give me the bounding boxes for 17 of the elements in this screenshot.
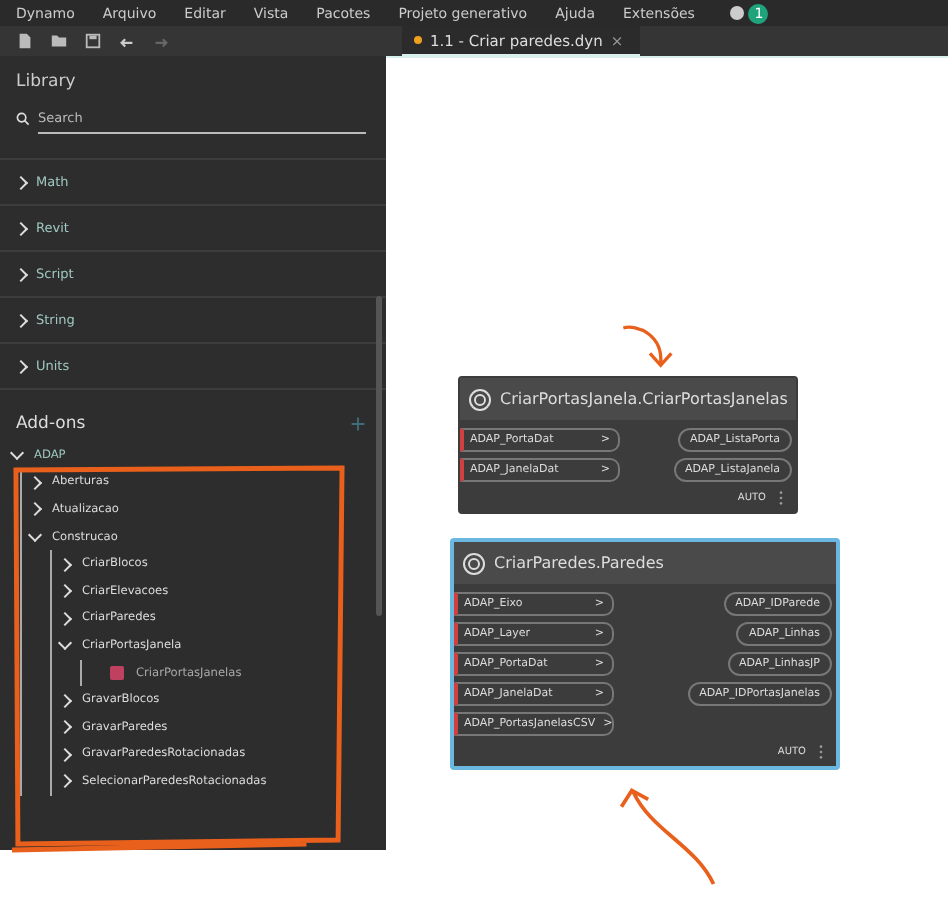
node-title: CriarPortasJanela.CriarPortasJanelas: [500, 390, 788, 408]
more-icon[interactable]: [818, 744, 824, 760]
section-title: Add-ons: [16, 414, 86, 434]
scrollbar[interactable]: [376, 296, 382, 616]
folder-icon[interactable]: [50, 32, 68, 50]
plus-icon[interactable]: [350, 416, 366, 432]
library-title: Library: [14, 70, 78, 96]
node-icon: [468, 387, 492, 411]
more-icon[interactable]: [778, 490, 784, 506]
search-icon: [16, 112, 30, 126]
node-icon: [462, 551, 486, 575]
new-file-icon[interactable]: [16, 32, 34, 50]
info-icon[interactable]: [730, 6, 745, 20]
node-icon: [110, 666, 124, 681]
undo-icon[interactable]: [118, 32, 136, 50]
save-icon[interactable]: [84, 32, 102, 50]
node-title: CriarParedes.Paredes: [494, 554, 664, 572]
